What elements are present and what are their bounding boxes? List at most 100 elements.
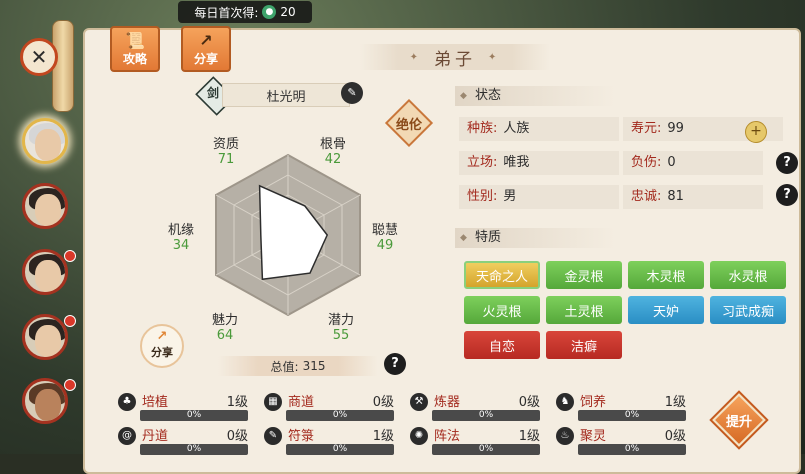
stat-value-potential: 55 xyxy=(332,328,350,343)
field-gender: 性别: 男 xyxy=(459,185,619,209)
daily-reward-label: 每日首次得: xyxy=(194,5,259,20)
tab-share[interactable]: ↗ 分享 xyxy=(181,26,231,72)
skill-name: 阵法 xyxy=(434,429,461,444)
skill-alchemy[interactable]: @ 丹道 0级 0% xyxy=(118,425,248,457)
field-race-key: 种族: xyxy=(467,121,498,136)
skill-talisman[interactable]: ✎ 符箓 1级 0% xyxy=(264,425,394,457)
skill-progress-bar: 0% xyxy=(140,444,248,455)
field-gender-value: 男 xyxy=(503,189,517,204)
skill-progress-text: 0% xyxy=(332,444,348,454)
panel-title: 弟子 xyxy=(360,44,550,70)
field-gender-key: 性别: xyxy=(467,189,498,204)
trait-chip[interactable]: 自恋 xyxy=(464,331,540,359)
skill-forging[interactable]: ⚒ 炼器 0级 0% xyxy=(410,391,540,423)
skill-progress-text: 0% xyxy=(624,444,640,454)
avatar-face xyxy=(35,389,61,421)
edit-icon: ✎ xyxy=(347,86,357,99)
trait-chip[interactable]: 天妒 xyxy=(628,296,704,324)
skill-formation[interactable]: ✺ 阵法 1级 0% xyxy=(410,425,540,457)
sprout-icon: ♣ xyxy=(118,393,136,411)
disciple-avatar-3[interactable] xyxy=(22,249,68,295)
rank-badge-text: 绝伦 xyxy=(395,117,422,133)
trait-chip[interactable]: 木灵根 xyxy=(628,261,704,289)
attribute-radar-chart xyxy=(215,153,361,317)
trait-label: 木灵根 xyxy=(646,269,686,285)
notification-dot xyxy=(64,315,76,327)
skill-progress-text: 0% xyxy=(478,444,494,454)
skill-name: 饲养 xyxy=(580,395,607,410)
trait-chip[interactable]: 水灵根 xyxy=(710,261,786,289)
skill-level: 0级 xyxy=(518,395,540,410)
skill-level: 0级 xyxy=(226,429,248,444)
skill-level: 1级 xyxy=(664,395,686,410)
skill-progress-bar: 0% xyxy=(432,444,540,455)
skill-level: 1级 xyxy=(226,395,248,410)
upgrade-button[interactable]: 提升 xyxy=(717,398,761,442)
field-race-value: 人族 xyxy=(503,121,530,136)
field-loyalty-value: 81 xyxy=(667,189,684,204)
scroll-icon: 📜 xyxy=(125,31,145,50)
share-round-button[interactable]: ↗ 分享 xyxy=(140,324,184,368)
stat-label-fortune: 机缘 xyxy=(167,223,194,238)
stat-label-aptitude: 资质 xyxy=(212,137,239,152)
traits-section-title: 特质 xyxy=(455,228,615,248)
field-stance: 立场: 唯我 xyxy=(459,151,619,175)
skill-progress-bar: 0% xyxy=(432,410,540,421)
skill-progress-text: 0% xyxy=(478,410,494,420)
skill-progress-text: 0% xyxy=(186,444,202,454)
skill-cultivation[interactable]: ♣ 培植 1级 0% xyxy=(118,391,248,423)
upgrade-label: 提升 xyxy=(725,414,752,430)
stat-label-charm: 魅力 xyxy=(211,313,238,328)
avatar-face xyxy=(35,194,61,226)
daily-reward-count: 20 xyxy=(280,5,296,19)
abacus-icon: ▦ xyxy=(264,393,282,411)
help-button-stats[interactable]: ? xyxy=(384,353,406,375)
status-section-title: 状态 xyxy=(455,86,615,106)
spirit-stone-icon: ● xyxy=(262,5,277,19)
field-injury-key: 负伤: xyxy=(631,155,662,170)
skill-breeding[interactable]: ♞ 饲养 1级 0% xyxy=(556,391,686,423)
trait-label: 土灵根 xyxy=(564,304,604,320)
field-loyalty-key: 忠诚: xyxy=(631,189,662,204)
beast-icon: ♞ xyxy=(556,393,574,411)
close-button[interactable]: ✕ xyxy=(20,38,58,76)
skill-spirit-gathering[interactable]: ♨ 聚灵 0级 0% xyxy=(556,425,686,457)
disciple-name-text: 杜光明 xyxy=(266,89,306,105)
trait-chip[interactable]: 金灵根 xyxy=(546,261,622,289)
field-lifespan-value: 99 xyxy=(667,121,684,136)
skill-name: 培植 xyxy=(142,395,169,410)
edit-name-button[interactable]: ✎ xyxy=(341,82,363,104)
trait-chip[interactable]: 洁癖 xyxy=(546,331,622,359)
brush-icon: ✎ xyxy=(264,427,282,445)
share-icon: ↗ xyxy=(156,329,168,344)
disciple-name: 杜光明 xyxy=(222,83,350,107)
add-lifespan-button[interactable]: + xyxy=(745,121,767,143)
trait-label: 金灵根 xyxy=(564,269,604,285)
help-button-loyalty[interactable]: ? xyxy=(776,184,798,206)
disciple-avatar-4[interactable] xyxy=(22,314,68,360)
skill-name: 商道 xyxy=(288,395,315,410)
share-round-label: 分享 xyxy=(151,346,173,359)
disciple-avatar-2[interactable] xyxy=(22,183,68,229)
swirl-icon: @ xyxy=(118,427,136,445)
skill-progress-bar: 0% xyxy=(578,444,686,455)
close-icon: ✕ xyxy=(30,45,48,69)
disciple-avatar-1[interactable] xyxy=(22,118,68,164)
skill-progress-bar: 0% xyxy=(286,444,394,455)
disciple-avatar-5[interactable] xyxy=(22,378,68,424)
skill-commerce[interactable]: ▦ 商道 0级 0% xyxy=(264,391,394,423)
stat-value-charm: 64 xyxy=(216,328,234,343)
trait-chip[interactable]: 火灵根 xyxy=(464,296,540,324)
trait-chip[interactable]: 习武成痴 xyxy=(710,296,786,324)
avatar-face xyxy=(35,260,61,292)
tab-strategy[interactable]: 📜 攻略 xyxy=(110,26,160,72)
field-race: 种族: 人族 xyxy=(459,117,619,141)
anvil-icon: ⚒ xyxy=(410,393,428,411)
trait-chip[interactable]: 天命之人 xyxy=(464,261,540,289)
skill-progress-bar: 0% xyxy=(286,410,394,421)
help-button-injury[interactable]: ? xyxy=(776,152,798,174)
skill-progress-text: 0% xyxy=(186,410,202,420)
trait-chip[interactable]: 土灵根 xyxy=(546,296,622,324)
trait-label: 习武成痴 xyxy=(721,304,774,320)
stat-label-bone: 根骨 xyxy=(319,137,346,152)
